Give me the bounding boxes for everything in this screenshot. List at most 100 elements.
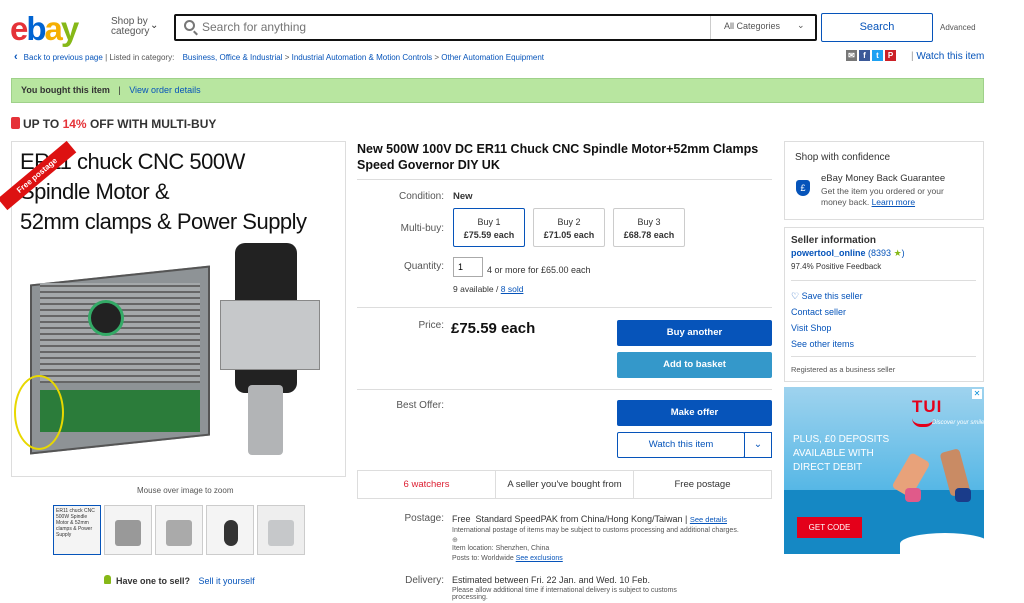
sold-link[interactable]: 8 sold [501, 284, 524, 294]
seller-name: powertool_online (8393 ★) [791, 248, 905, 258]
back-link[interactable]: Back to previous page [24, 53, 103, 62]
share-icons: ✉ f t P [846, 49, 898, 61]
postage-info: Free Standard SpeedPAK from China/Hong K… [452, 514, 739, 562]
confidence-title: Shop with confidence [795, 152, 891, 163]
breadcrumb-item[interactable]: Other Automation Equipment [441, 53, 544, 62]
search-icon [184, 20, 195, 31]
shop-by-category-button[interactable]: Shop by category [111, 17, 149, 37]
thumbnail[interactable] [257, 505, 305, 555]
divider [791, 280, 976, 281]
divider [357, 307, 772, 308]
sell-it-link[interactable]: Sell it yourself [199, 576, 255, 586]
seller-name-link[interactable]: powertool_online [791, 248, 866, 258]
view-order-link[interactable]: View order details [129, 85, 200, 95]
free-postage-tag: Free postage [674, 479, 731, 490]
multibuy-option-1[interactable]: Buy 1 £75.59 each [453, 208, 525, 247]
seller-history: A seller you've bought from [496, 471, 634, 498]
speed-knob [88, 300, 124, 336]
advanced-search-link[interactable]: Advanced [940, 23, 976, 32]
divider [791, 356, 976, 357]
add-to-basket-button[interactable]: Add to basket [617, 352, 772, 378]
power-supply-vent [40, 283, 200, 383]
twitter-icon[interactable]: t [872, 49, 883, 61]
search-input[interactable] [202, 20, 702, 34]
save-seller-link[interactable]: ♡ Save this seller [791, 291, 863, 302]
ad-text: PLUS, £0 DEPOSITS AVAILABLE WITH DIRECT DE… [793, 434, 890, 473]
divider [357, 389, 772, 390]
breadcrumb-item[interactable]: Industrial Automation & Motion Controls [292, 53, 433, 62]
learn-more-link[interactable]: Learn more [872, 197, 915, 207]
watch-item-link-top[interactable]: | Watch this item [911, 51, 984, 62]
multibuy-option-3[interactable]: Buy 3 £68.78 each [613, 208, 685, 247]
search-button[interactable]: Search [821, 13, 933, 42]
multibuy-label: Multi-buy: [400, 223, 444, 234]
motor-clamp [220, 300, 320, 370]
watchers-count: 6 watchers [358, 471, 496, 498]
chevron-left-icon[interactable]: ‹ [14, 51, 18, 63]
condition-label: Condition: [398, 191, 444, 202]
exclusions-link[interactable]: See exclusions [516, 555, 563, 562]
item-title: New 500W 100V DC ER11 Chuck CNC Spindle … [357, 142, 759, 172]
divider [357, 179, 772, 180]
quantity-discount-note: 4 or more for £65.00 each [487, 265, 591, 275]
close-ad-icon[interactable]: ✕ [972, 389, 982, 399]
ad-boat [900, 533, 990, 555]
delivery-info: Estimated between Fri. 22 Jan. and Wed. … [452, 575, 677, 601]
shield-icon: £ [796, 180, 810, 196]
contact-seller-link[interactable]: Contact seller [791, 307, 846, 317]
star-icon: ★ [893, 248, 902, 258]
image-caption: ER11 chuck CNC 500W Spindle Motor & 52mm c… [20, 149, 307, 234]
zoom-hint: Mouse over image to zoom [137, 486, 234, 495]
tag-icon [11, 117, 20, 129]
wire-graphic [14, 375, 64, 450]
condition-value: New [453, 191, 473, 202]
tui-logo: TUI [912, 397, 943, 416]
seller-feedback: 97.4% Positive Feedback [791, 262, 882, 271]
chevron-down-icon: ⌄ [797, 20, 805, 30]
multibuy-promo: UP TO 14% OFF WITH MULTI-BUY [11, 117, 216, 131]
sell-it-prompt: Have one to sell? Sell it yourself [104, 575, 255, 586]
quantity-input[interactable] [453, 257, 483, 277]
breadcrumb-separator: > [284, 53, 290, 62]
ad-figure [955, 488, 971, 502]
seller-title: Seller information [791, 235, 877, 246]
postage-label: Postage: [404, 513, 444, 524]
email-icon[interactable]: ✉ [846, 49, 857, 61]
power-supply-board [40, 390, 200, 432]
buy-another-button[interactable]: Buy another [617, 320, 772, 346]
visit-shop-link[interactable]: Visit Shop [791, 323, 831, 333]
see-other-items-link[interactable]: See other items [791, 339, 854, 349]
price-label: Price: [418, 320, 444, 331]
tui-tagline: Discover your smile [932, 420, 985, 426]
availability: 9 available / 8 sold [453, 284, 524, 294]
ebay-logo[interactable]: ebay [10, 10, 79, 48]
lightbulb-icon [104, 575, 111, 584]
listed-in-label: Listed in category: [109, 53, 175, 62]
make-offer-button[interactable]: Make offer [617, 400, 772, 426]
thumbnail[interactable] [104, 505, 152, 555]
thumbnail[interactable] [206, 505, 254, 555]
thumbnail[interactable] [155, 505, 203, 555]
guarantee-text: Get the item you ordered or your money b… [821, 186, 944, 207]
purchase-banner-text: You bought this item | View order detail… [21, 85, 201, 95]
breadcrumb-item[interactable]: Business, Office & Industrial [183, 53, 283, 62]
postage-details-link[interactable]: See details [690, 515, 727, 524]
quantity-label: Quantity: [403, 261, 444, 272]
delivery-label: Delivery: [405, 575, 444, 586]
get-code-button[interactable]: GET CODE [797, 517, 862, 538]
multibuy-option-2[interactable]: Buy 2 £71.05 each [533, 208, 605, 247]
breadcrumb: ‹ Back to previous page | Listed in categ… [14, 51, 544, 63]
price-value: £75.59 each [451, 320, 536, 337]
business-seller-note: Registered as a business seller [791, 365, 896, 374]
item-stats-bar: 6 watchers A seller you've bought from F… [357, 470, 772, 499]
best-offer-label: Best Offer: [396, 400, 444, 411]
watch-item-button[interactable]: Watch this item [617, 432, 745, 458]
info-icon: ⊕ [452, 537, 458, 544]
thumbnail[interactable]: ER11 chuck CNC 500W Spindle Motor & 52mm… [53, 505, 101, 555]
guarantee-title: eBay Money Back Guarantee [821, 173, 946, 184]
facebook-icon[interactable]: f [859, 49, 870, 61]
pinterest-icon[interactable]: P [885, 49, 896, 61]
chevron-down-icon: ⌄ [150, 20, 159, 31]
chevron-down-icon[interactable]: ⌄ [744, 432, 772, 458]
heart-icon: ♡ [791, 291, 800, 301]
